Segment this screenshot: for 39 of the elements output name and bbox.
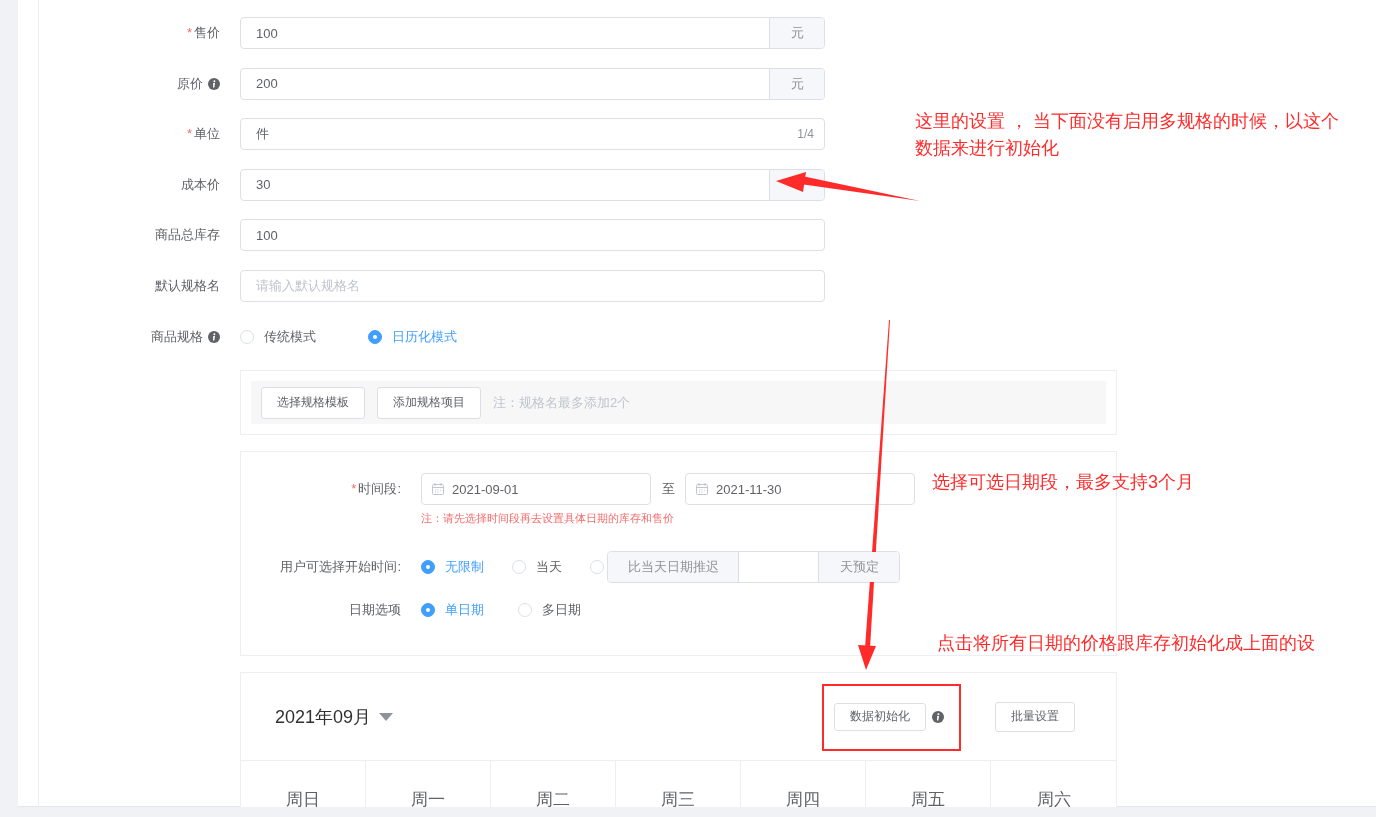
input-field[interactable]: 100 元 [240,17,825,49]
radio-button[interactable] [368,329,382,344]
radio-label[interactable]: 多日期 [542,601,581,620]
spec-button[interactable]: 添加规格项目 [377,386,481,419]
field-label: 用户可选择开始时间: [279,558,402,577]
radio-label[interactable]: 当天 [536,558,562,577]
input-field[interactable]: 100 [240,219,825,252]
radio-button[interactable] [421,603,435,618]
end-date-field[interactable]: 2021-11-30 [685,473,915,506]
annotation-text: 选择可选日期段，最多支持3个月 [932,471,1195,494]
warning-note: 注：请先选择时间段再去设置具体日期的库存和售价 [421,511,675,527]
spec-button[interactable]: 选择规格模板 [261,386,365,419]
radio-label[interactable]: 传统模式 [264,327,316,346]
field-label: 日期选项 [348,601,402,620]
info-icon [208,77,220,90]
field-label: 商品规格 [151,327,203,346]
field-label: 商品总库存 [155,226,220,245]
init-data-button[interactable]: 数据初始化 [834,702,926,731]
calendar-icon [432,483,444,496]
range-separator: 至 [660,480,676,499]
field-label: 默认规格名 [155,276,220,295]
field-label: *时间段: [350,480,402,499]
field-label: *单位 [186,125,220,144]
annotation-text: 这里的设置 ， 当下面没有启用多规格的时候，以这个数据来进行初始化 [915,110,1340,160]
weekday-header: 周六 [1035,789,1072,807]
input-field[interactable]: 200 元 [240,67,825,100]
field-label: 原价 [177,74,203,93]
field-label: 成本价 [181,175,220,194]
caret-icon [379,712,394,721]
annotation-text: 点击将所有日期的价格跟库存初始化成上面的设 [937,632,1316,655]
calendar-icon [696,483,708,496]
field-label: *售价 [186,24,220,42]
info-icon [932,710,944,723]
info-icon [208,330,220,343]
input-field[interactable]: 件 1/4 [240,118,825,151]
batch-settings-button[interactable]: 批量设置 [995,701,1075,732]
radio-button[interactable] [421,560,435,575]
month-selector[interactable]: 2021年09月 [275,704,372,729]
start-date-field[interactable]: 2021-09-01 [421,473,651,506]
